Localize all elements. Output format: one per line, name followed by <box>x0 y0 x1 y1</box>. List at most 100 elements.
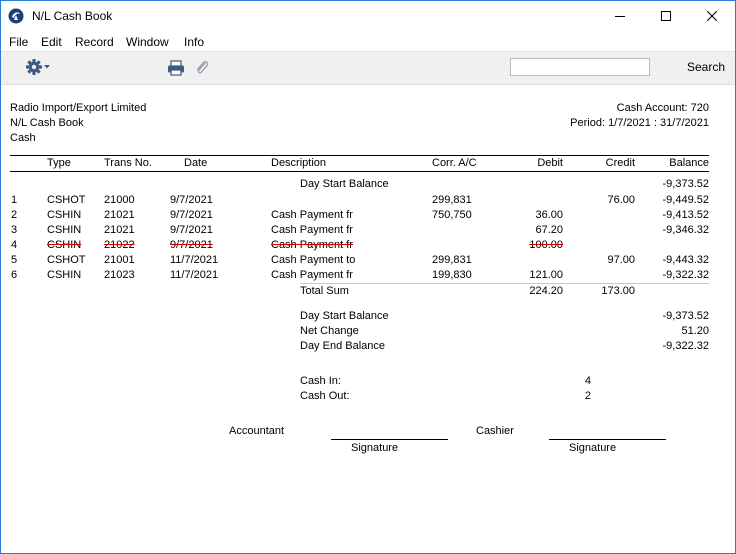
row-balance: -9,449.52 <box>662 194 709 206</box>
row-corr-ac: 299,831 <box>432 254 472 266</box>
period: Period: 1/7/2021 : 31/7/2021 <box>570 117 709 129</box>
row-credit: 97.00 <box>607 254 635 266</box>
cash-in-label: Cash In: <box>300 375 341 387</box>
row-number: 5 <box>11 254 18 266</box>
col-debit: Debit <box>537 157 563 169</box>
cash-out-value: 2 <box>584 390 591 402</box>
minimize-button[interactable] <box>597 1 643 32</box>
minimize-icon <box>615 16 625 17</box>
search-button[interactable]: Search <box>661 57 725 77</box>
col-date: Date <box>184 157 208 169</box>
close-button[interactable] <box>689 1 735 32</box>
row-balance: -9,322.32 <box>662 269 709 281</box>
row-date: 9/7/2021 <box>170 209 213 221</box>
row-type: CSHOT <box>47 254 86 266</box>
accountant-signature-label: Signature <box>351 442 399 454</box>
row-debit: 121.00 <box>529 269 563 281</box>
row-type: CSHIN <box>47 224 82 236</box>
accountant-label: Accountant <box>229 425 285 437</box>
cashier-signature-label: Signature <box>569 442 617 454</box>
row-trans-no: 21022 <box>104 239 135 251</box>
col-corr-ac: Corr. A/C <box>432 157 477 169</box>
row-number: 4 <box>11 239 18 251</box>
col-balance: Balance <box>669 157 709 169</box>
row-description: Cash Payment fr <box>271 269 353 281</box>
printer-icon[interactable] <box>167 60 185 76</box>
row-credit: 76.00 <box>607 194 635 206</box>
row-trans-no: 21021 <box>104 224 135 236</box>
window-title: N/L Cash Book <box>32 9 113 23</box>
accountant-signature-line <box>331 439 448 440</box>
total-rule <box>300 283 709 284</box>
row-balance: -9,443.32 <box>662 254 709 266</box>
row-type: CSHIN <box>47 209 82 221</box>
title-bar[interactable]: N/L Cash Book <box>1 1 735 32</box>
row-corr-ac: 299,831 <box>432 194 472 206</box>
gear-icon[interactable] <box>25 58 55 76</box>
row-number: 3 <box>11 224 18 236</box>
row-debit: 36.00 <box>535 209 563 221</box>
maximize-icon <box>661 11 671 21</box>
maximize-button[interactable] <box>643 1 689 32</box>
col-credit: Credit <box>605 157 635 169</box>
row-description: Cash Payment fr <box>271 209 353 221</box>
cash-in-value: 4 <box>584 375 591 387</box>
summary-label: Net Change <box>300 325 359 337</box>
row-date: 11/7/2021 <box>170 269 219 281</box>
report-document: Radio Import/Export Limited N/L Cash Boo… <box>1 85 735 553</box>
app-icon <box>8 8 24 24</box>
total-credit: 173.00 <box>601 285 635 297</box>
row-debit: 100.00 <box>529 239 563 251</box>
row-type: CSHIN <box>47 269 82 281</box>
cash-account: Cash Account: 720 <box>616 102 709 114</box>
row-corr-ac: 199,830 <box>432 269 472 281</box>
total-debit: 224.20 <box>529 285 563 297</box>
cash-book-window: N/L Cash Book File Edit Record Window In… <box>0 0 736 554</box>
company-name: Radio Import/Export Limited <box>10 102 147 114</box>
menu-window[interactable]: Window <box>126 35 169 49</box>
account-name: Cash <box>10 132 36 144</box>
header-bottom-rule <box>10 171 709 172</box>
menu-record[interactable]: Record <box>75 35 114 49</box>
row-balance: -9,346.32 <box>662 224 709 236</box>
paperclip-icon[interactable] <box>194 59 210 77</box>
row-number: 1 <box>11 194 18 206</box>
col-trans-no: Trans No. <box>104 157 152 169</box>
summary-value: -9,322.32 <box>662 340 709 352</box>
row-corr-ac: 750,750 <box>432 209 472 221</box>
row-type: CSHOT <box>47 194 86 206</box>
summary-label: Day End Balance <box>300 340 385 352</box>
menu-file[interactable]: File <box>9 35 28 49</box>
summary-value: -9,373.52 <box>662 310 709 322</box>
day-start-label: Day Start Balance <box>300 178 389 190</box>
col-type: Type <box>47 157 71 169</box>
cashier-label: Cashier <box>476 425 514 437</box>
col-description: Description <box>271 157 327 169</box>
row-date: 9/7/2021 <box>170 194 213 206</box>
summary-value: 51.20 <box>681 325 709 337</box>
menu-edit[interactable]: Edit <box>41 35 62 49</box>
row-date: 9/7/2021 <box>170 224 213 236</box>
day-start-balance: -9,373.52 <box>662 178 709 190</box>
row-number: 2 <box>11 209 18 221</box>
row-number: 6 <box>11 269 18 281</box>
row-trans-no: 21023 <box>104 269 135 281</box>
total-sum-label: Total Sum <box>300 285 349 297</box>
row-description: Cash Payment fr <box>271 224 353 236</box>
row-date: 11/7/2021 <box>170 254 219 266</box>
cash-out-label: Cash Out: <box>300 390 350 402</box>
menu-bar: File Edit Record Window Info <box>1 32 735 51</box>
search-input[interactable] <box>510 58 650 76</box>
header-top-rule <box>10 155 709 156</box>
report-name: N/L Cash Book <box>10 117 84 129</box>
cashier-signature-line <box>549 439 666 440</box>
row-description: Cash Payment fr <box>271 239 353 251</box>
row-type: CSHIN <box>47 239 82 251</box>
row-trans-no: 21000 <box>104 194 135 206</box>
row-trans-no: 21021 <box>104 209 135 221</box>
menu-info[interactable]: Info <box>184 35 204 49</box>
row-date: 9/7/2021 <box>170 239 213 251</box>
row-trans-no: 21001 <box>104 254 135 266</box>
row-balance: -9,413.52 <box>662 209 709 221</box>
close-icon <box>707 11 717 21</box>
